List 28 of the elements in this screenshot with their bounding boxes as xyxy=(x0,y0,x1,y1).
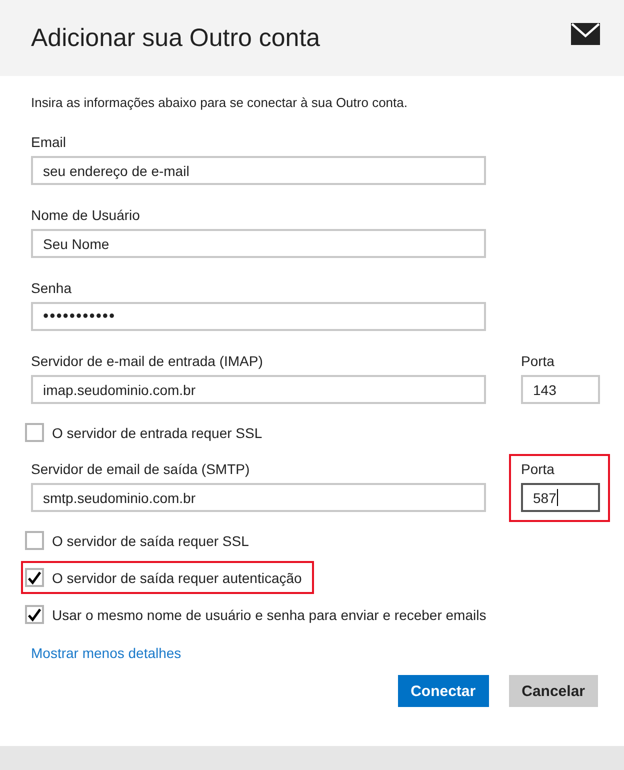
checkbox[interactable] xyxy=(25,531,44,550)
checkbox[interactable] xyxy=(25,423,44,442)
checkbox-label: O servidor de saída requer SSL xyxy=(52,532,249,548)
field-label: Porta xyxy=(521,353,556,369)
field-label: Email xyxy=(31,134,68,150)
password-field[interactable]: ••••••••••• xyxy=(31,302,486,331)
field-label: Senha xyxy=(31,280,72,296)
port-field[interactable]: 587 xyxy=(521,483,600,512)
cancel-button[interactable]: Cancelar xyxy=(508,675,598,707)
field-label: Nome de Usuário xyxy=(31,207,141,223)
checkbox-label: Usar o mesmo nome de usuário e senha para enviar e receber emails xyxy=(52,606,486,622)
field-label: Porta xyxy=(521,461,556,477)
input-field[interactable]: imap.seudominio.com.br xyxy=(31,375,486,404)
input-field[interactable]: seu endereço de e-mail xyxy=(31,156,486,185)
port-field[interactable]: 143 xyxy=(521,375,600,404)
field-label: Servidor de e-mail de entrada (IMAP) xyxy=(31,353,264,369)
intro-text: Insira as informações abaixo para se conectar à sua Outro conta. xyxy=(31,95,408,110)
checkbox-label: O servidor de entrada requer SSL xyxy=(52,424,262,440)
checkbox[interactable] xyxy=(25,605,44,624)
dialog-title: Adicionar sua Outro conta xyxy=(31,24,320,52)
checkbox[interactable] xyxy=(25,568,44,587)
field-label: Servidor de email de saída (SMTP) xyxy=(31,461,251,477)
envelope-icon xyxy=(571,23,600,45)
checkbox-label: O servidor de saída requer autenticação xyxy=(52,570,302,586)
details-link[interactable]: Mostrar menos detalhes xyxy=(31,645,182,661)
connect-button[interactable]: Conectar xyxy=(398,675,489,707)
input-field[interactable]: Seu Nome xyxy=(31,229,486,258)
input-field[interactable]: smtp.seudominio.com.br xyxy=(31,483,486,512)
